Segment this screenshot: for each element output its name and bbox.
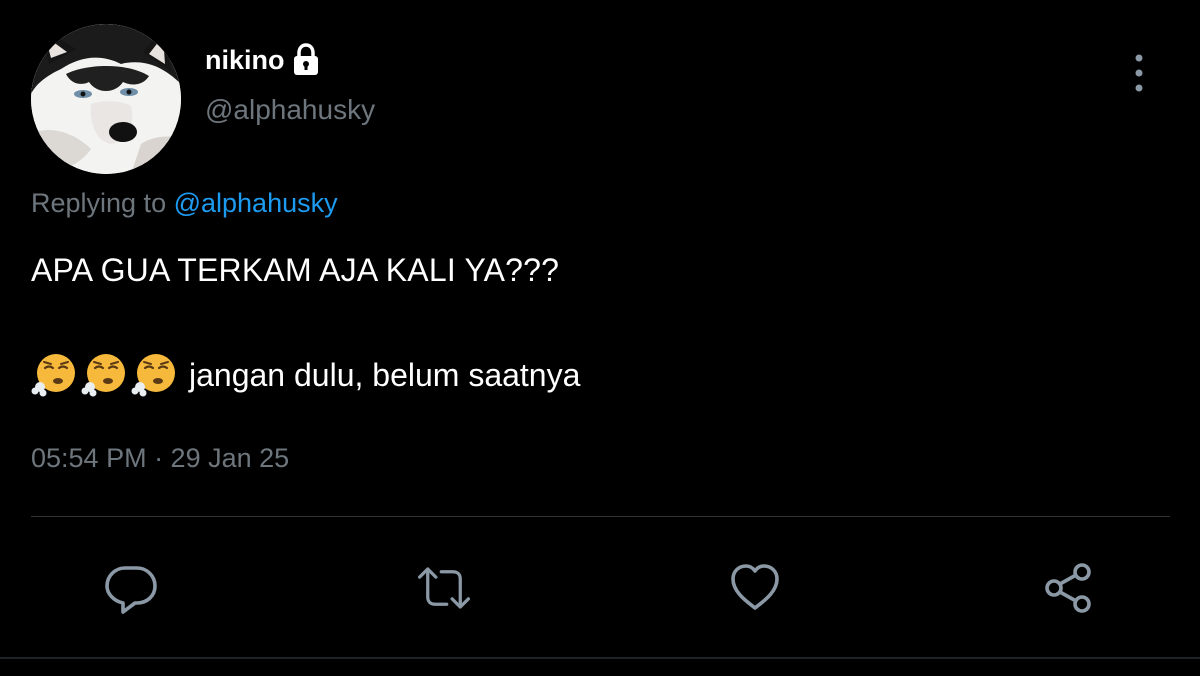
avatar[interactable] <box>31 24 181 174</box>
author-display-name[interactable]: nikino <box>205 45 285 76</box>
tweet-text: jangan dulu, belum saatnya <box>189 356 581 393</box>
replying-to: Replying to @alphahusky <box>31 188 338 219</box>
face-exhaling-emoji <box>81 351 129 399</box>
tweet-timestamp[interactable]: 05:54 PM · 29 Jan 25 <box>31 443 289 474</box>
lock-icon <box>291 43 321 77</box>
comment-icon <box>105 566 157 614</box>
author-name-row: nikino <box>205 40 321 80</box>
more-vertical-icon[interactable] <box>1124 52 1154 94</box>
share-button[interactable] <box>1040 560 1096 616</box>
reply-mention-link[interactable]: @alphahusky <box>174 188 338 218</box>
retweet-button[interactable] <box>416 560 472 616</box>
tweet-text-line-emoji: jangan dulu, belum saatnya <box>31 350 580 400</box>
share-icon <box>1045 563 1091 613</box>
divider-bottom <box>0 657 1200 659</box>
face-exhaling-emoji <box>31 351 79 399</box>
husky-avatar-image <box>31 24 181 174</box>
replying-to-label: Replying to <box>31 188 174 218</box>
heart-icon <box>731 564 779 610</box>
tweet-text-line: APA GUA TERKAM AJA KALI YA??? <box>31 252 560 288</box>
face-exhaling-emoji <box>131 351 179 399</box>
retweet-icon <box>417 567 471 609</box>
divider <box>31 516 1170 517</box>
author-handle[interactable]: @alphahusky <box>205 94 375 126</box>
reply-button[interactable] <box>103 560 159 616</box>
tweet-detail: nikino @alphahusky Replying to @alphahus… <box>0 0 1200 676</box>
like-button[interactable] <box>727 560 783 616</box>
